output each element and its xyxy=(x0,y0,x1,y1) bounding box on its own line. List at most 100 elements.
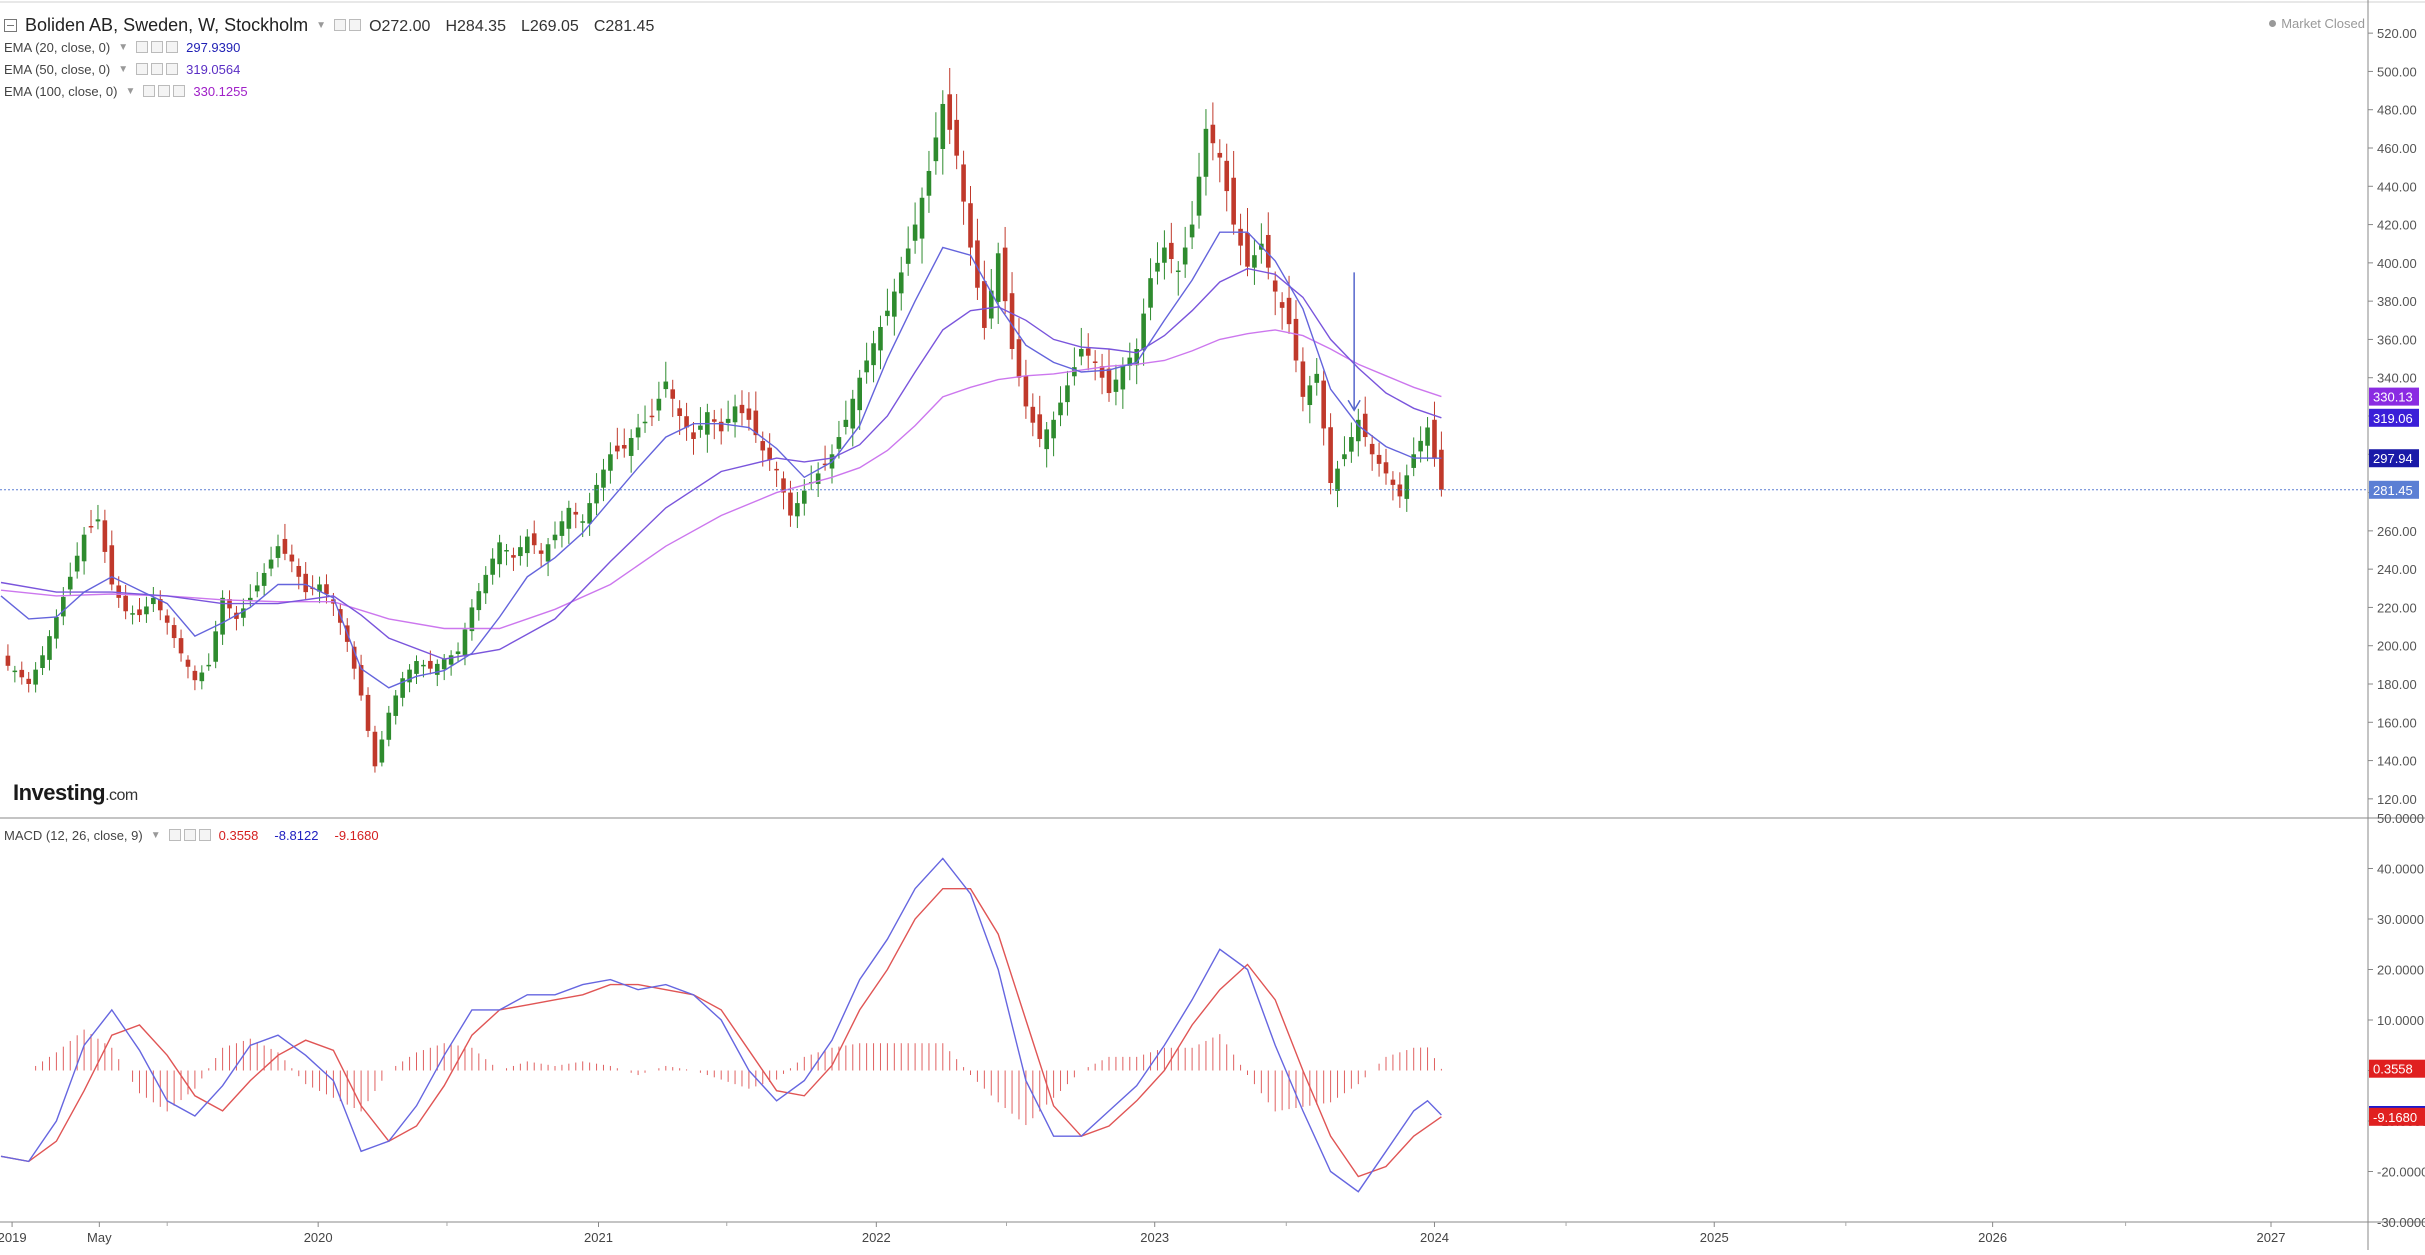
candle xyxy=(566,507,572,529)
indicator-ema50[interactable]: EMA (50, close, 0) ▼ 319.0564 xyxy=(4,60,240,78)
candle xyxy=(1210,124,1216,144)
candle xyxy=(372,731,378,767)
settings-icon[interactable] xyxy=(168,829,181,841)
chevron-down-icon[interactable]: ▼ xyxy=(125,86,135,97)
candle xyxy=(414,661,419,674)
macd-controls xyxy=(168,829,211,841)
chevron-down-icon[interactable]: ▼ xyxy=(151,830,161,841)
candle xyxy=(324,584,329,595)
candle xyxy=(511,555,516,558)
candle xyxy=(1002,247,1008,302)
price-tick-label: 180.00 xyxy=(2377,677,2417,692)
candle xyxy=(102,520,108,552)
candle xyxy=(1432,419,1437,459)
visibility-icon[interactable] xyxy=(158,85,171,97)
indicator-controls xyxy=(136,41,179,53)
candle xyxy=(1376,454,1382,464)
candle xyxy=(497,542,502,565)
price-badge-label: 297.94 xyxy=(2373,451,2413,466)
candle xyxy=(1009,293,1015,349)
candle xyxy=(1245,233,1250,267)
candle xyxy=(95,519,101,522)
visibility-icon[interactable] xyxy=(151,63,164,75)
candle xyxy=(1342,454,1347,460)
chevron-down-icon[interactable]: ▼ xyxy=(316,20,326,31)
candle xyxy=(1300,361,1306,397)
chart-canvas[interactable]: 520.00 500.00 480.00 460.00 440.00 420.00 400.… xyxy=(0,0,2425,1250)
collapse-icon[interactable] xyxy=(4,18,17,32)
macd-signal-value: -9.1680 xyxy=(334,827,379,843)
candle xyxy=(1065,385,1070,403)
candle xyxy=(711,419,717,422)
logo-suffix: .com xyxy=(105,787,138,804)
candle xyxy=(448,655,454,665)
candle xyxy=(185,659,191,667)
ema50-line xyxy=(0,267,1442,660)
settings-icon[interactable] xyxy=(136,63,149,75)
price-tick-label: 440.00 xyxy=(2377,179,2417,194)
indicator-ema100[interactable]: EMA (100, close, 0) ▼ 330.1255 xyxy=(4,82,248,100)
candle xyxy=(732,406,738,423)
candle xyxy=(1162,247,1167,263)
visibility-icon[interactable] xyxy=(349,19,362,31)
indicator-label: EMA (50, close, 0) xyxy=(4,61,111,77)
candle xyxy=(1023,375,1029,407)
visibility-icon[interactable] xyxy=(183,829,196,841)
candle xyxy=(531,533,537,546)
candle xyxy=(670,389,676,399)
candle xyxy=(802,490,807,504)
candle xyxy=(552,534,558,541)
settings-icon[interactable] xyxy=(334,19,347,31)
candle xyxy=(151,597,156,605)
candle xyxy=(386,712,392,740)
candle xyxy=(1307,385,1313,406)
candle xyxy=(81,534,87,562)
candle xyxy=(1418,440,1423,452)
candle xyxy=(26,678,31,684)
close-icon[interactable] xyxy=(166,63,179,75)
candle xyxy=(843,419,849,427)
chevron-down-icon[interactable]: ▼ xyxy=(118,64,128,75)
candle xyxy=(282,538,288,554)
candle xyxy=(982,281,987,328)
market-status-text: Market Closed xyxy=(2281,16,2365,31)
candle xyxy=(1120,366,1126,390)
ema100-line xyxy=(0,329,1442,630)
candle xyxy=(393,695,399,716)
settings-icon[interactable] xyxy=(136,41,149,53)
close-icon[interactable] xyxy=(198,829,211,841)
candle xyxy=(545,544,551,562)
price-tick-label: 240.00 xyxy=(2377,562,2417,577)
candle xyxy=(192,670,198,681)
indicator-macd[interactable]: MACD (12, 26, close, 9) ▼ 0.3558 -8.8122… xyxy=(4,826,379,844)
price-tick-label: 200.00 xyxy=(2377,639,2417,654)
logo-text: Investing xyxy=(13,780,106,805)
candle xyxy=(1175,270,1181,273)
candle xyxy=(525,536,530,554)
symbol-title[interactable]: Boliden AB, Sweden, W, Stockholm xyxy=(25,15,308,36)
price-tick-label: 500.00 xyxy=(2377,64,2417,79)
price-tick-label: 120.00 xyxy=(2377,792,2417,807)
close-icon[interactable] xyxy=(173,85,186,97)
macd-label: MACD (12, 26, close, 9) xyxy=(4,827,143,843)
candle xyxy=(275,546,281,558)
close-icon[interactable] xyxy=(166,41,179,53)
candle xyxy=(40,655,45,668)
indicator-ema20[interactable]: EMA (20, close, 0) ▼ 297.9390 xyxy=(4,38,240,56)
indicator-value: 319.0564 xyxy=(186,61,241,77)
candle xyxy=(5,655,11,666)
candle xyxy=(428,660,433,669)
candle xyxy=(296,565,302,577)
price-tick-label: 340.00 xyxy=(2377,371,2417,386)
candle xyxy=(885,310,890,317)
chart-area[interactable]: 520.00 500.00 480.00 460.00 440.00 420.00 400.… xyxy=(0,0,2425,1250)
chevron-down-icon[interactable]: ▼ xyxy=(118,42,128,53)
candle xyxy=(538,550,544,554)
settings-icon[interactable] xyxy=(143,85,156,97)
candle xyxy=(1155,262,1160,272)
candle xyxy=(1293,318,1299,361)
candle xyxy=(933,137,939,162)
candle xyxy=(379,739,385,763)
candle xyxy=(123,595,128,612)
visibility-icon[interactable] xyxy=(151,41,164,53)
